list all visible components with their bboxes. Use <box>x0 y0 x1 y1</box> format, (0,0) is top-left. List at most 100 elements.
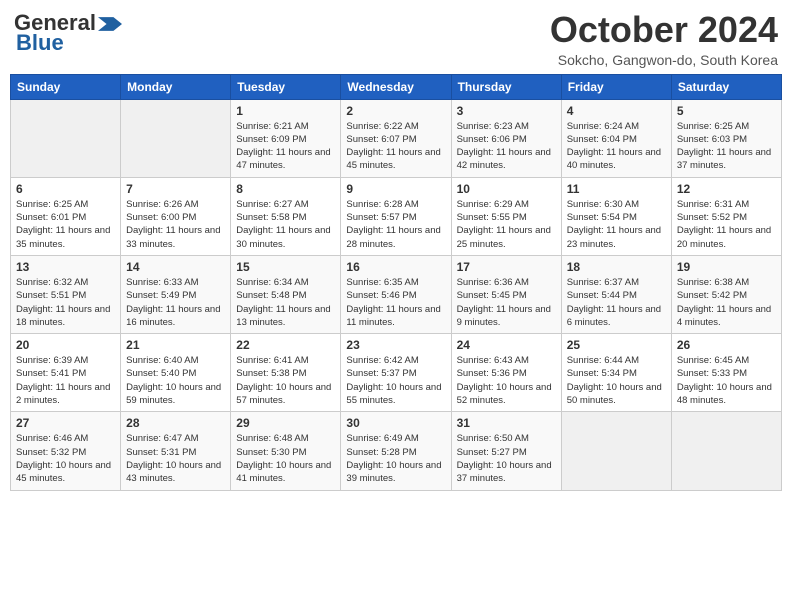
day-number: 20 <box>16 338 115 352</box>
calendar-day-cell: 20Sunrise: 6:39 AM Sunset: 5:41 PM Dayli… <box>11 334 121 412</box>
calendar-day-cell: 6 Sunrise: 6:25 AM Sunset: 6:01 PM Daylig… <box>11 177 121 255</box>
calendar-day-cell: 4 Sunrise: 6:24 AM Sunset: 6:04 PM Daylig… <box>561 99 671 177</box>
day-info: Sunrise: 6:50 AM Sunset: 5:27 PM Dayligh… <box>457 432 556 485</box>
day-info: Sunrise: 6:43 AM Sunset: 5:36 PM Dayligh… <box>457 354 556 407</box>
calendar-day-cell: 29Sunrise: 6:48 AM Sunset: 5:30 PM Dayli… <box>231 412 341 490</box>
day-number: 14 <box>126 260 225 274</box>
day-info: Sunrise: 6:35 AM Sunset: 5:46 PM Dayligh… <box>346 276 445 329</box>
day-info: Sunrise: 6:32 AM Sunset: 5:51 PM Dayligh… <box>16 276 115 329</box>
day-info: Sunrise: 6:41 AM Sunset: 5:38 PM Dayligh… <box>236 354 335 407</box>
day-number: 22 <box>236 338 335 352</box>
day-number: 15 <box>236 260 335 274</box>
logo: General Blue <box>14 10 122 56</box>
calendar-day-cell: 22 Sunrise: 6:41 AM Sunset: 5:38 PM Dayli… <box>231 334 341 412</box>
day-info: Sunrise: 6:44 AM Sunset: 5:34 PM Dayligh… <box>567 354 666 407</box>
calendar-day-cell: 25Sunrise: 6:44 AM Sunset: 5:34 PM Dayli… <box>561 334 671 412</box>
day-info: Sunrise: 6:25 AM Sunset: 6:03 PM Dayligh… <box>677 120 776 173</box>
day-info: Sunrise: 6:45 AM Sunset: 5:33 PM Dayligh… <box>677 354 776 407</box>
weekday-header-wednesday: Wednesday <box>341 74 451 99</box>
calendar-day-cell: 2 Sunrise: 6:22 AM Sunset: 6:07 PM Daylig… <box>341 99 451 177</box>
calendar-table: SundayMondayTuesdayWednesdayThursdayFrid… <box>10 74 782 491</box>
day-number: 1 <box>236 104 335 118</box>
calendar-day-cell: 21Sunrise: 6:40 AM Sunset: 5:40 PM Dayli… <box>121 334 231 412</box>
day-number: 12 <box>677 182 776 196</box>
day-number: 10 <box>457 182 556 196</box>
calendar-day-cell: 27Sunrise: 6:46 AM Sunset: 5:32 PM Dayli… <box>11 412 121 490</box>
calendar-day-cell: 5Sunrise: 6:25 AM Sunset: 6:03 PM Daylig… <box>671 99 781 177</box>
day-number: 31 <box>457 416 556 430</box>
weekday-header-monday: Monday <box>121 74 231 99</box>
day-info: Sunrise: 6:49 AM Sunset: 5:28 PM Dayligh… <box>346 432 445 485</box>
day-number: 3 <box>457 104 556 118</box>
day-info: Sunrise: 6:27 AM Sunset: 5:58 PM Dayligh… <box>236 198 335 251</box>
calendar-day-cell <box>561 412 671 490</box>
calendar-day-cell: 11Sunrise: 6:30 AM Sunset: 5:54 PM Dayli… <box>561 177 671 255</box>
day-number: 4 <box>567 104 666 118</box>
month-title: October 2024 <box>550 10 778 50</box>
day-number: 2 <box>346 104 445 118</box>
day-number: 11 <box>567 182 666 196</box>
day-info: Sunrise: 6:37 AM Sunset: 5:44 PM Dayligh… <box>567 276 666 329</box>
weekday-header-friday: Friday <box>561 74 671 99</box>
day-number: 13 <box>16 260 115 274</box>
day-number: 6 <box>16 182 115 196</box>
day-info: Sunrise: 6:25 AM Sunset: 6:01 PM Dayligh… <box>16 198 115 251</box>
calendar-day-cell: 15 Sunrise: 6:34 AM Sunset: 5:48 PM Dayli… <box>231 255 341 333</box>
calendar-day-cell: 9 Sunrise: 6:28 AM Sunset: 5:57 PM Daylig… <box>341 177 451 255</box>
page-header: General Blue October 2024 Sokcho, Gangwo… <box>10 10 782 68</box>
calendar-day-cell: 3Sunrise: 6:23 AM Sunset: 6:06 PM Daylig… <box>451 99 561 177</box>
calendar-week-row: 1 Sunrise: 6:21 AM Sunset: 6:09 PM Daylig… <box>11 99 782 177</box>
day-number: 9 <box>346 182 445 196</box>
location-subtitle: Sokcho, Gangwon-do, South Korea <box>550 52 778 68</box>
day-info: Sunrise: 6:31 AM Sunset: 5:52 PM Dayligh… <box>677 198 776 251</box>
day-info: Sunrise: 6:22 AM Sunset: 6:07 PM Dayligh… <box>346 120 445 173</box>
day-number: 24 <box>457 338 556 352</box>
day-number: 21 <box>126 338 225 352</box>
logo-arrow-icon <box>98 17 122 31</box>
day-info: Sunrise: 6:21 AM Sunset: 6:09 PM Dayligh… <box>236 120 335 173</box>
calendar-week-row: 13 Sunrise: 6:32 AM Sunset: 5:51 PM Dayli… <box>11 255 782 333</box>
day-info: Sunrise: 6:29 AM Sunset: 5:55 PM Dayligh… <box>457 198 556 251</box>
weekday-header-saturday: Saturday <box>671 74 781 99</box>
calendar-day-cell: 30 Sunrise: 6:49 AM Sunset: 5:28 PM Dayli… <box>341 412 451 490</box>
calendar-day-cell <box>121 99 231 177</box>
calendar-day-cell: 19 Sunrise: 6:38 AM Sunset: 5:42 PM Dayli… <box>671 255 781 333</box>
calendar-day-cell: 18 Sunrise: 6:37 AM Sunset: 5:44 PM Dayli… <box>561 255 671 333</box>
day-info: Sunrise: 6:47 AM Sunset: 5:31 PM Dayligh… <box>126 432 225 485</box>
calendar-day-cell <box>11 99 121 177</box>
day-info: Sunrise: 6:26 AM Sunset: 6:00 PM Dayligh… <box>126 198 225 251</box>
day-number: 8 <box>236 182 335 196</box>
calendar-week-row: 27Sunrise: 6:46 AM Sunset: 5:32 PM Dayli… <box>11 412 782 490</box>
calendar-week-row: 6 Sunrise: 6:25 AM Sunset: 6:01 PM Daylig… <box>11 177 782 255</box>
calendar-day-cell: 1 Sunrise: 6:21 AM Sunset: 6:09 PM Daylig… <box>231 99 341 177</box>
weekday-header-thursday: Thursday <box>451 74 561 99</box>
day-number: 23 <box>346 338 445 352</box>
calendar-day-cell: 16 Sunrise: 6:35 AM Sunset: 5:46 PM Dayli… <box>341 255 451 333</box>
weekday-header-sunday: Sunday <box>11 74 121 99</box>
calendar-day-cell: 7 Sunrise: 6:26 AM Sunset: 6:00 PM Daylig… <box>121 177 231 255</box>
day-info: Sunrise: 6:34 AM Sunset: 5:48 PM Dayligh… <box>236 276 335 329</box>
weekday-header-row: SundayMondayTuesdayWednesdayThursdayFrid… <box>11 74 782 99</box>
day-info: Sunrise: 6:28 AM Sunset: 5:57 PM Dayligh… <box>346 198 445 251</box>
day-number: 30 <box>346 416 445 430</box>
day-number: 16 <box>346 260 445 274</box>
calendar-day-cell: 13 Sunrise: 6:32 AM Sunset: 5:51 PM Dayli… <box>11 255 121 333</box>
calendar-week-row: 20Sunrise: 6:39 AM Sunset: 5:41 PM Dayli… <box>11 334 782 412</box>
calendar-day-cell: 12 Sunrise: 6:31 AM Sunset: 5:52 PM Dayli… <box>671 177 781 255</box>
day-info: Sunrise: 6:36 AM Sunset: 5:45 PM Dayligh… <box>457 276 556 329</box>
day-number: 17 <box>457 260 556 274</box>
day-number: 18 <box>567 260 666 274</box>
day-number: 7 <box>126 182 225 196</box>
day-info: Sunrise: 6:33 AM Sunset: 5:49 PM Dayligh… <box>126 276 225 329</box>
calendar-day-cell: 8 Sunrise: 6:27 AM Sunset: 5:58 PM Daylig… <box>231 177 341 255</box>
day-info: Sunrise: 6:38 AM Sunset: 5:42 PM Dayligh… <box>677 276 776 329</box>
calendar-day-cell: 14 Sunrise: 6:33 AM Sunset: 5:49 PM Dayli… <box>121 255 231 333</box>
day-info: Sunrise: 6:24 AM Sunset: 6:04 PM Dayligh… <box>567 120 666 173</box>
day-info: Sunrise: 6:46 AM Sunset: 5:32 PM Dayligh… <box>16 432 115 485</box>
weekday-header-tuesday: Tuesday <box>231 74 341 99</box>
calendar-day-cell <box>671 412 781 490</box>
day-info: Sunrise: 6:48 AM Sunset: 5:30 PM Dayligh… <box>236 432 335 485</box>
day-number: 19 <box>677 260 776 274</box>
title-block: October 2024 Sokcho, Gangwon-do, South K… <box>550 10 778 68</box>
calendar-day-cell: 17 Sunrise: 6:36 AM Sunset: 5:45 PM Dayli… <box>451 255 561 333</box>
